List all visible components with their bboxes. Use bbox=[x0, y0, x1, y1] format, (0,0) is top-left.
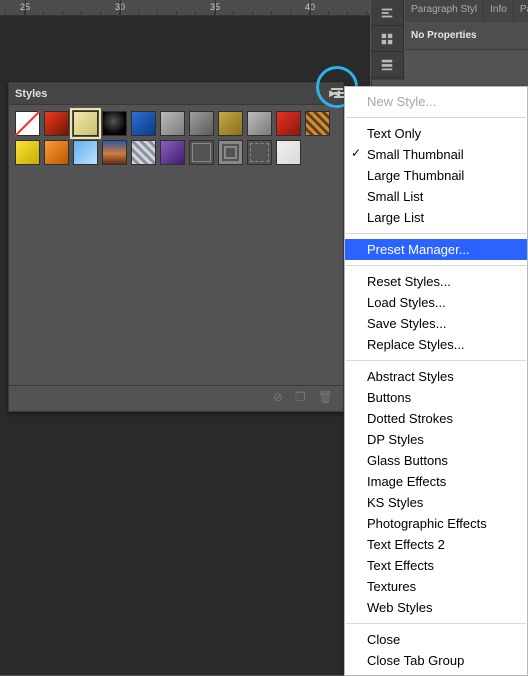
menu-item[interactable]: DP Styles bbox=[345, 429, 527, 450]
menu-item[interactable]: Close Tab Group bbox=[345, 650, 527, 671]
menu-item[interactable]: Reset Styles... bbox=[345, 271, 527, 292]
style-swatch[interactable] bbox=[15, 111, 40, 136]
menu-item[interactable]: Image Effects bbox=[345, 471, 527, 492]
menu-item[interactable]: Text Effects 2 bbox=[345, 534, 527, 555]
style-swatch[interactable] bbox=[276, 140, 301, 165]
style-swatch[interactable] bbox=[276, 111, 301, 136]
new-style-icon[interactable]: ❐ bbox=[295, 390, 306, 404]
style-swatch[interactable] bbox=[247, 111, 272, 136]
styles-panel: Styles ▶◀ ⊘ ❐ 🗑 bbox=[8, 82, 344, 412]
menu-separator bbox=[346, 265, 526, 266]
style-swatch[interactable] bbox=[247, 140, 272, 165]
style-swatch[interactable] bbox=[131, 111, 156, 136]
style-swatch[interactable] bbox=[73, 140, 98, 165]
menu-item[interactable]: Preset Manager... bbox=[345, 239, 527, 260]
menu-item[interactable]: Buttons bbox=[345, 387, 527, 408]
menu-item: New Style... bbox=[345, 91, 527, 112]
style-swatch[interactable] bbox=[218, 111, 243, 136]
menu-separator bbox=[346, 117, 526, 118]
menu-item[interactable]: Small Thumbnail bbox=[345, 144, 527, 165]
menu-separator bbox=[346, 360, 526, 361]
menu-item[interactable]: Abstract Styles bbox=[345, 366, 527, 387]
styles-panel-footer: ⊘ ❐ 🗑 bbox=[9, 385, 343, 407]
no-properties-label: No Properties bbox=[405, 22, 528, 50]
not-allowed-icon[interactable]: ⊘ bbox=[273, 390, 283, 404]
style-swatch[interactable] bbox=[44, 111, 69, 136]
style-swatch[interactable] bbox=[305, 111, 330, 136]
style-swatch[interactable] bbox=[15, 140, 40, 165]
styles-panel-header: Styles ▶◀ bbox=[9, 83, 343, 105]
menu-item[interactable]: KS Styles bbox=[345, 492, 527, 513]
menu-separator bbox=[346, 233, 526, 234]
menu-item[interactable]: Replace Styles... bbox=[345, 334, 527, 355]
panel-tab[interactable]: Paragra bbox=[514, 0, 528, 22]
paragraph-styles-icon[interactable] bbox=[371, 0, 403, 26]
menu-item[interactable]: Small List bbox=[345, 186, 527, 207]
panel-tab[interactable]: Paragraph Styl bbox=[405, 0, 484, 22]
menu-item[interactable]: Text Effects bbox=[345, 555, 527, 576]
menu-item[interactable]: Glass Buttons bbox=[345, 450, 527, 471]
style-swatch[interactable] bbox=[131, 140, 156, 165]
menu-item[interactable]: Large List bbox=[345, 207, 527, 228]
style-swatch[interactable] bbox=[102, 140, 127, 165]
menu-item[interactable]: Dotted Strokes bbox=[345, 408, 527, 429]
menu-icon bbox=[331, 88, 343, 90]
panel-tab[interactable]: Info bbox=[484, 0, 514, 22]
swatches-icon[interactable] bbox=[371, 26, 403, 52]
menu-item[interactable]: Text Only bbox=[345, 123, 527, 144]
menu-item[interactable]: Photographic Effects bbox=[345, 513, 527, 534]
trash-icon[interactable]: 🗑 bbox=[318, 390, 333, 404]
menu-item[interactable]: Web Styles bbox=[345, 597, 527, 618]
style-swatch[interactable] bbox=[73, 111, 98, 136]
style-swatch[interactable] bbox=[44, 140, 69, 165]
styles-swatch-grid bbox=[9, 105, 343, 385]
menu-separator bbox=[346, 623, 526, 624]
style-swatch[interactable] bbox=[218, 140, 243, 165]
panel-icon-column bbox=[371, 0, 404, 80]
styles-panel-title: Styles bbox=[15, 88, 47, 100]
right-tabs: Paragraph StylInfoParagra bbox=[405, 0, 528, 22]
style-swatch[interactable] bbox=[160, 140, 185, 165]
horizontal-ruler: 25303540 bbox=[0, 0, 370, 16]
style-swatch[interactable] bbox=[189, 140, 214, 165]
menu-item[interactable]: Textures bbox=[345, 576, 527, 597]
layers-icon[interactable] bbox=[371, 52, 403, 78]
menu-item[interactable]: Save Styles... bbox=[345, 313, 527, 334]
menu-item[interactable]: Load Styles... bbox=[345, 292, 527, 313]
style-swatch[interactable] bbox=[160, 111, 185, 136]
menu-item[interactable]: Large Thumbnail bbox=[345, 165, 527, 186]
menu-item[interactable]: Close bbox=[345, 629, 527, 650]
style-swatch[interactable] bbox=[102, 111, 127, 136]
styles-panel-flyout-menu: New Style...Text OnlySmall ThumbnailLarg… bbox=[344, 86, 528, 676]
style-swatch[interactable] bbox=[189, 111, 214, 136]
